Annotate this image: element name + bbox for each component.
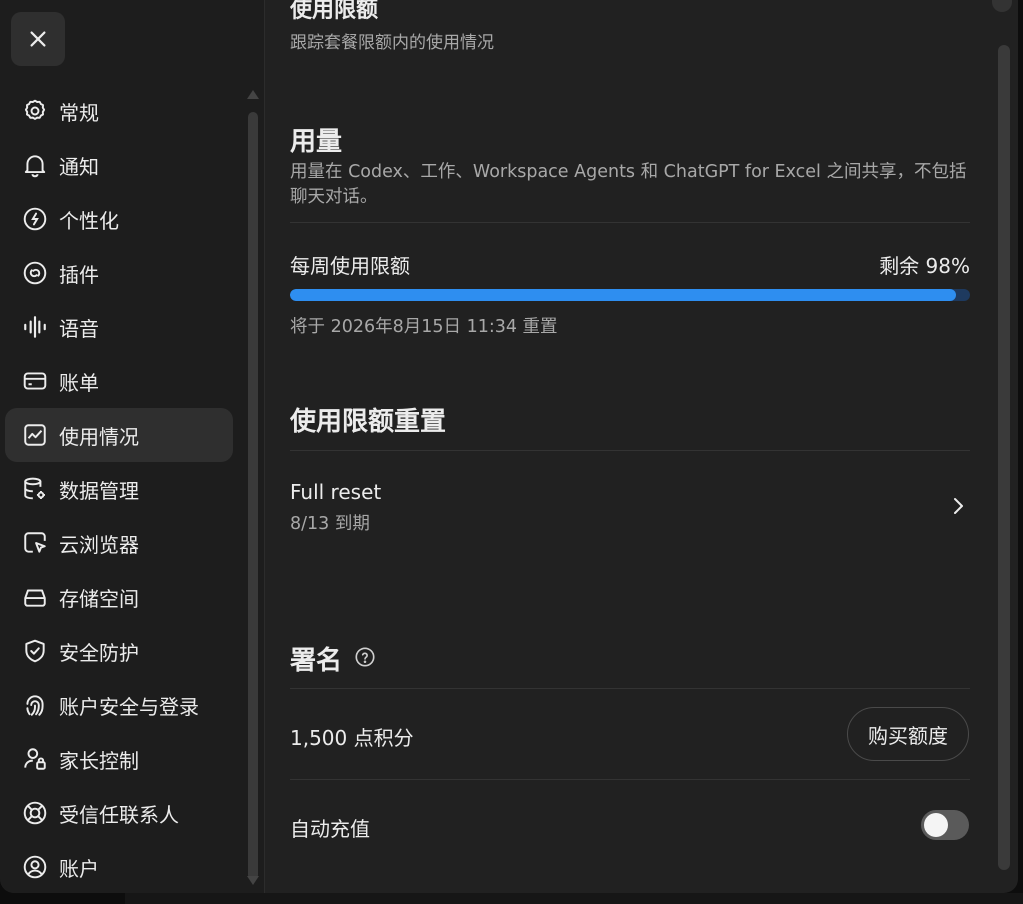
plugin-icon xyxy=(21,259,49,287)
fingerprint-icon xyxy=(21,691,49,719)
usage-section-title: 用量 xyxy=(290,127,343,157)
sidebar-item-label: 语音 xyxy=(59,316,99,341)
sidebar-item-plugins[interactable]: 插件 xyxy=(5,246,233,300)
bell-icon xyxy=(21,151,49,179)
sidebar-item-cloud-browser[interactable]: 云浏览器 xyxy=(5,516,233,570)
credits-section-title: 署名 xyxy=(290,646,343,676)
sidebar-item-label: 数据管理 xyxy=(59,478,139,503)
sidebar-item-label: 常规 xyxy=(59,100,99,125)
sidebar-item-personalization[interactable]: 个性化 xyxy=(5,192,233,246)
sidebar-item-label: 通知 xyxy=(59,154,99,179)
usage-description: 用量在 Codex、工作、Workspace Agents 和 ChatGPT … xyxy=(290,162,967,207)
storage-icon xyxy=(21,583,49,611)
cursor-window-icon xyxy=(21,529,49,557)
chevron-right-icon[interactable] xyxy=(946,494,970,518)
shield-check-icon xyxy=(21,637,49,665)
scroll-down-arrow-icon[interactable] xyxy=(247,876,259,885)
sidebar-item-storage[interactable]: 存储空间 xyxy=(5,570,233,624)
chart-icon xyxy=(21,421,49,449)
sidebar-item-trusted-contacts[interactable]: 受信任联系人 xyxy=(5,786,233,840)
sidebar-item-label: 账单 xyxy=(59,370,99,395)
settings-window: 常规 通知 个性化 插件 语音 账单 使用情况 数据管理 云浏览器 存储空间 安… xyxy=(0,0,1018,893)
reset-section-title: 使用限额重置 xyxy=(290,407,447,437)
close-button[interactable] xyxy=(11,12,65,66)
weekly-limit-label: 每周使用限额 xyxy=(290,254,410,278)
weekly-usage-progress xyxy=(290,289,970,301)
database-gear-icon xyxy=(21,475,49,503)
page-title: 使用限额 xyxy=(290,0,379,23)
card-icon xyxy=(21,367,49,395)
sidebar-item-label: 受信任联系人 xyxy=(59,802,179,827)
sidebar-item-label: 家长控制 xyxy=(59,748,139,773)
toggle-knob xyxy=(924,813,948,837)
lifebuoy-icon xyxy=(21,799,49,827)
credit-balance: 1,500 点积分 xyxy=(290,726,414,750)
sidebar-item-label: 安全防护 xyxy=(59,640,139,665)
full-reset-title: Full reset xyxy=(290,480,382,504)
remaining-percent: 剩余 98% xyxy=(879,254,970,278)
page-subtitle: 跟踪套餐限额内的使用情况 xyxy=(290,33,494,53)
user-lock-icon xyxy=(21,745,49,773)
divider xyxy=(290,779,970,780)
scroll-up-arrow-icon[interactable] xyxy=(247,90,259,99)
sidebar-item-notifications[interactable]: 通知 xyxy=(5,138,233,192)
sidebar-item-data[interactable]: 数据管理 xyxy=(5,462,233,516)
gear-icon xyxy=(21,97,49,125)
sidebar-item-usage[interactable]: 使用情况 xyxy=(5,408,233,462)
sidebar-item-label: 账户安全与登录 xyxy=(59,694,199,719)
auto-topup-label: 自动充值 xyxy=(290,817,370,841)
sidebar-item-account[interactable]: 账户 xyxy=(5,840,233,893)
sidebar-item-parental[interactable]: 家长控制 xyxy=(5,732,233,786)
reset-time-text: 将于 2026年8月15日 11:34 重置 xyxy=(290,317,558,337)
sidebar-item-label: 使用情况 xyxy=(59,424,139,449)
progress-fill xyxy=(290,289,957,301)
user-circle-icon xyxy=(21,853,49,881)
divider xyxy=(290,450,970,451)
sidebar-item-account-security[interactable]: 账户安全与登录 xyxy=(5,678,233,732)
sidebar-item-billing[interactable]: 账单 xyxy=(5,354,233,408)
close-icon xyxy=(30,31,46,47)
divider xyxy=(290,222,970,223)
sidebar-scroll-thumb[interactable] xyxy=(248,112,258,880)
main-scrollbar[interactable] xyxy=(998,45,1010,870)
sidebar-item-label: 存储空间 xyxy=(59,586,139,611)
sidebar-item-voice[interactable]: 语音 xyxy=(5,300,233,354)
sidebar-item-security[interactable]: 安全防护 xyxy=(5,624,233,678)
settings-sidebar: 常规 通知 个性化 插件 语音 账单 使用情况 数据管理 云浏览器 存储空间 安… xyxy=(0,0,265,893)
buy-credits-button[interactable]: 购买额度 xyxy=(847,707,969,761)
sidebar-item-label: 云浏览器 xyxy=(59,532,139,557)
sidebar-nav: 常规 通知 个性化 插件 语音 账单 使用情况 数据管理 云浏览器 存储空间 安… xyxy=(5,84,233,893)
settings-main: 使用限额 跟踪套餐限额内的使用情况 用量 用量在 Codex、工作、Worksp… xyxy=(266,0,1018,893)
help-icon[interactable] xyxy=(354,646,376,668)
sidebar-item-label: 个性化 xyxy=(59,208,119,233)
divider xyxy=(290,688,970,689)
full-reset-expiry: 8/13 到期 xyxy=(290,514,370,534)
waveform-icon xyxy=(21,313,49,341)
sidebar-item-label: 账户 xyxy=(59,856,99,881)
personalize-icon xyxy=(21,205,49,233)
sidebar-item-label: 插件 xyxy=(59,262,99,287)
sidebar-item-general[interactable]: 常规 xyxy=(5,84,233,138)
background-strip xyxy=(125,893,1023,904)
full-reset-row[interactable]: Full reset 8/13 到期 xyxy=(290,470,970,540)
sidebar-scrollbar[interactable] xyxy=(246,88,260,888)
auto-topup-toggle[interactable] xyxy=(921,810,969,840)
